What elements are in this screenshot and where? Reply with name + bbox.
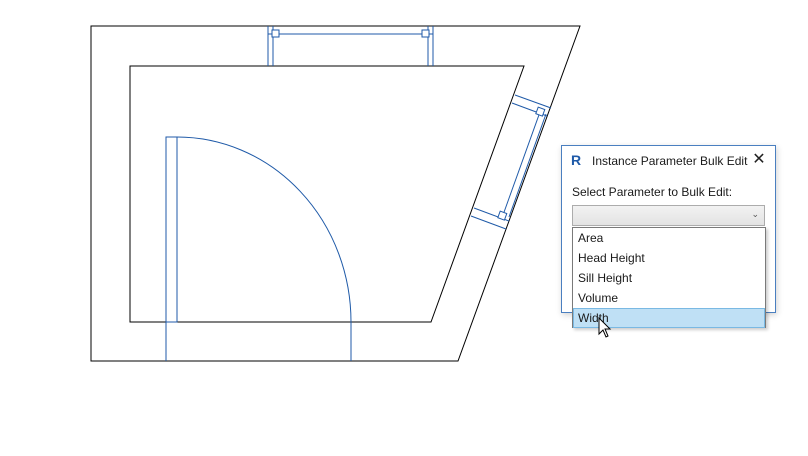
chevron-down-icon[interactable]: ⌄: [751, 209, 759, 220]
parameter-select[interactable]: ⌄: [572, 205, 765, 226]
option-head-height[interactable]: Head Height: [573, 248, 765, 268]
option-volume[interactable]: Volume: [573, 288, 765, 308]
outer-wall: [90, 25, 581, 362]
dialog-title: Instance Parameter Bulk Edit: [592, 154, 748, 168]
door[interactable]: [165, 136, 352, 361]
window-slanted[interactable]: [470, 94, 552, 230]
dialog-title-bar[interactable]: R Instance Parameter Bulk Edit ✕: [562, 146, 775, 176]
window-top[interactable]: [267, 26, 434, 66]
close-icon[interactable]: ✕: [749, 150, 769, 170]
inner-wall: [129, 65, 525, 323]
parameter-dropdown-list: Area Head Height Sill Height Volume Widt…: [572, 227, 766, 328]
option-sill-height[interactable]: Sill Height: [573, 268, 765, 288]
mouse-cursor-icon: [598, 317, 612, 338]
option-area[interactable]: Area: [573, 228, 765, 248]
parameter-prompt-label: Select Parameter to Bulk Edit:: [572, 185, 733, 199]
revit-icon: R: [571, 152, 582, 168]
